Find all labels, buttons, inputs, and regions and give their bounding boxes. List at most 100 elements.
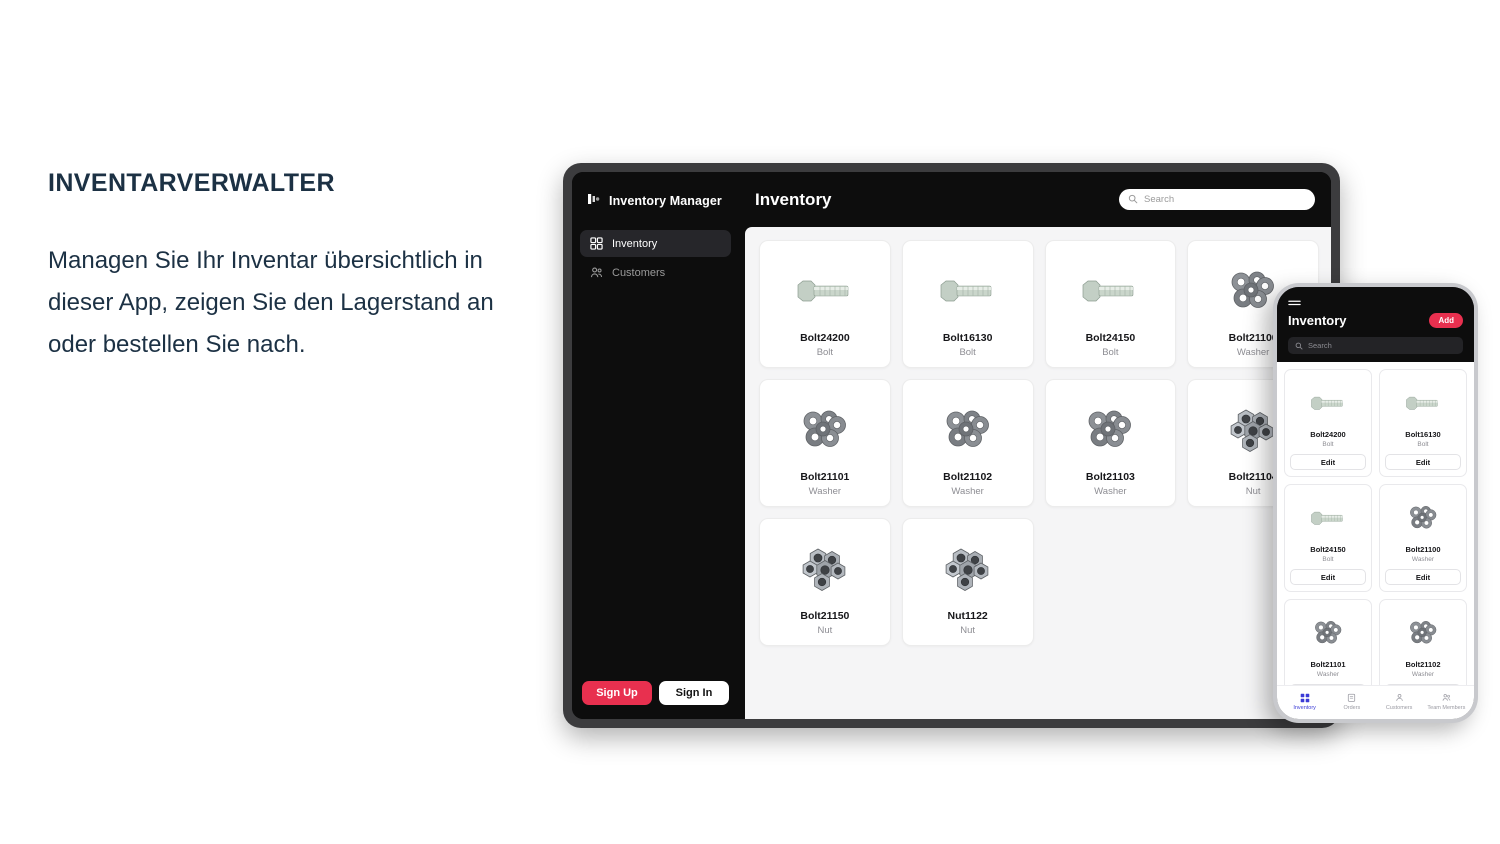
product-name: Bolt24200 bbox=[800, 332, 850, 344]
product-type: Washer bbox=[808, 486, 842, 497]
product-name: Bolt21101 bbox=[800, 471, 850, 483]
marketing-description: Managen Sie Ihr Inventar übersichtlich i… bbox=[48, 247, 494, 358]
phone-product-card[interactable]: Bolt16130 Bolt Edit bbox=[1379, 369, 1467, 477]
promo-composition: INVENTARVERWALTER Managen Sie Ihr Invent… bbox=[0, 0, 1500, 844]
product-name: Bolt21100 bbox=[1228, 332, 1278, 344]
tab-label: Customers bbox=[1385, 704, 1413, 711]
search-input[interactable]: Search bbox=[1119, 189, 1315, 210]
product-type: Bolt bbox=[1322, 556, 1334, 563]
edit-button[interactable]: Edit bbox=[1290, 569, 1366, 585]
tablet-device-frame: Inventory Manager Inventory Customers Si… bbox=[563, 163, 1340, 728]
hamburger-menu-icon[interactable] bbox=[1288, 296, 1301, 306]
sign-in-button[interactable]: Sign In bbox=[659, 681, 729, 705]
topbar: Inventory Search bbox=[739, 172, 1331, 227]
phone-search-placeholder: Search bbox=[1308, 341, 1332, 350]
sign-up-button[interactable]: Sign Up bbox=[582, 681, 652, 705]
washer-image bbox=[1406, 492, 1441, 545]
product-name: Nut1122 bbox=[947, 610, 988, 622]
tab-orders[interactable]: Orders bbox=[1328, 693, 1375, 711]
phone-inventory-grid: Bolt24200 Bolt Edit Bolt16130 Bolt Edit Bolt24… bbox=[1284, 369, 1467, 707]
sidebar-item-customers[interactable]: Customers bbox=[580, 259, 731, 286]
product-name: Bolt21100 bbox=[1405, 545, 1441, 554]
marketing-copy: INVENTARVERWALTER Managen Sie Ihr Invent… bbox=[48, 168, 518, 366]
auth-buttons: Sign Up Sign In bbox=[580, 681, 731, 707]
phone-header: Inventory Add Search bbox=[1277, 287, 1474, 362]
product-type: Washer bbox=[1411, 556, 1435, 563]
product-card[interactable]: Bolt16130 Bolt bbox=[901, 240, 1034, 368]
sidebar: Inventory Manager Inventory Customers Si… bbox=[572, 172, 739, 719]
product-name: Bolt16130 bbox=[1405, 430, 1441, 439]
product-card[interactable]: Bolt21150 Nut bbox=[759, 518, 891, 646]
sidebar-item-inventory[interactable]: Inventory bbox=[580, 230, 731, 257]
product-card[interactable]: Bolt21103 Washer bbox=[1044, 379, 1177, 507]
product-name: Bolt21101 bbox=[1310, 660, 1346, 669]
product-card[interactable]: Bolt21101 Washer bbox=[759, 379, 891, 507]
grid-icon bbox=[590, 237, 603, 250]
edit-button[interactable]: Edit bbox=[1385, 569, 1461, 585]
product-type: Nut bbox=[960, 625, 976, 636]
product-type: Washer bbox=[951, 486, 984, 497]
product-name: Bolt24150 bbox=[1085, 332, 1136, 344]
tab-team-members[interactable]: Team Members bbox=[1423, 693, 1470, 711]
brand-name: Inventory Manager bbox=[609, 194, 722, 208]
tablet-main: Inventory Search Bolt24200 Bolt Bolt16130 B… bbox=[739, 172, 1331, 719]
product-type: Washer bbox=[1411, 671, 1435, 678]
users-icon bbox=[590, 266, 603, 279]
phone-product-card[interactable]: Bolt21100 Washer Edit bbox=[1379, 484, 1467, 592]
phone-section-title: Inventory bbox=[1288, 313, 1347, 328]
edit-button[interactable]: Edit bbox=[1290, 454, 1366, 470]
phone-search-input[interactable]: Search bbox=[1288, 337, 1463, 354]
product-name: Bolt24200 bbox=[1310, 430, 1346, 439]
brand: Inventory Manager bbox=[580, 186, 731, 214]
sidebar-item-label: Customers bbox=[612, 266, 666, 279]
sidebar-nav: Inventory Customers bbox=[580, 230, 731, 286]
nut-image bbox=[909, 527, 1027, 610]
search-icon bbox=[1128, 191, 1138, 209]
washer-image bbox=[1311, 607, 1346, 660]
product-type: Bolt bbox=[816, 347, 834, 358]
bolt-image bbox=[1052, 249, 1170, 332]
phone-product-card[interactable]: Bolt24200 Bolt Edit bbox=[1284, 369, 1372, 477]
washer-image bbox=[909, 388, 1027, 471]
product-type: Nut bbox=[817, 625, 833, 636]
product-card[interactable]: Bolt24150 Bolt bbox=[1044, 240, 1177, 368]
phone-screen: Inventory Add Search Bolt24200 Bolt Edit Bo… bbox=[1277, 287, 1474, 719]
phone-title-row: Inventory Add bbox=[1288, 313, 1463, 328]
grid-icon bbox=[1300, 693, 1310, 703]
product-type: Washer bbox=[1316, 671, 1340, 678]
team-icon bbox=[1442, 693, 1451, 703]
bolt-image bbox=[1404, 377, 1442, 430]
phone-product-card[interactable]: Bolt24150 Bolt Edit bbox=[1284, 484, 1372, 592]
product-type: Bolt bbox=[959, 347, 976, 358]
bolt-image bbox=[909, 249, 1027, 332]
phone-device-frame: Inventory Add Search Bolt24200 Bolt Edit Bo… bbox=[1273, 283, 1478, 723]
bolt-image bbox=[1309, 377, 1347, 430]
app-logo-icon bbox=[588, 192, 601, 210]
bolt-image bbox=[766, 249, 884, 332]
search-placeholder: Search bbox=[1144, 194, 1175, 205]
tab-label: Team Members bbox=[1427, 704, 1466, 711]
product-name: Bolt21150 bbox=[800, 610, 850, 622]
product-card[interactable]: Bolt21102 Washer bbox=[901, 379, 1034, 507]
product-name: Bolt21103 bbox=[1085, 471, 1135, 483]
product-name: Bolt21102 bbox=[1405, 660, 1441, 669]
product-name: Bolt16130 bbox=[942, 332, 993, 344]
add-button[interactable]: Add bbox=[1429, 313, 1463, 328]
product-type: Washer bbox=[1094, 486, 1127, 497]
inventory-grid: Bolt24200 Bolt Bolt16130 Bolt Bolt24150 Bolt B… bbox=[759, 240, 1319, 646]
sidebar-item-label: Inventory bbox=[612, 237, 658, 250]
customers-icon bbox=[1395, 693, 1404, 703]
tab-label: Orders bbox=[1343, 704, 1361, 711]
washer-image bbox=[1052, 388, 1170, 471]
orders-icon bbox=[1347, 693, 1356, 703]
tab-inventory[interactable]: Inventory bbox=[1281, 693, 1328, 711]
section-title: Inventory bbox=[755, 189, 832, 209]
product-card[interactable]: Nut1122 Nut bbox=[901, 518, 1034, 646]
edit-button[interactable]: Edit bbox=[1385, 454, 1461, 470]
product-type: Bolt bbox=[1417, 441, 1429, 448]
search-icon bbox=[1295, 337, 1303, 355]
tab-customers[interactable]: Customers bbox=[1376, 693, 1423, 711]
bottom-tab-bar: Inventory Orders Customers Team Members bbox=[1277, 685, 1474, 719]
product-type: Washer bbox=[1236, 347, 1270, 358]
product-card[interactable]: Bolt24200 Bolt bbox=[759, 240, 891, 368]
